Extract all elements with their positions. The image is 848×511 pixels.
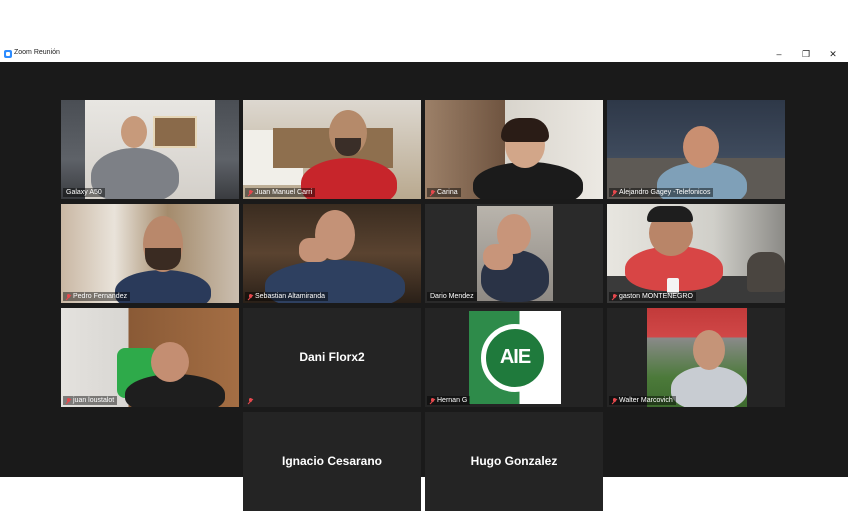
participant-name-label: gaston MONTENEGRO bbox=[609, 292, 696, 301]
participant-tile-juan-loustalot[interactable]: juan loustalot bbox=[61, 308, 239, 407]
participant-tile-galaxy-a50[interactable]: Galaxy A50 bbox=[61, 100, 239, 199]
participant-video bbox=[61, 100, 239, 199]
close-button[interactable]: ✕ bbox=[822, 46, 844, 62]
participant-tile-carina[interactable]: Carina bbox=[425, 100, 603, 199]
participant-tile-sebastian-altamiranda[interactable]: Sebastian Altamiranda bbox=[243, 204, 421, 303]
microphone-muted-icon bbox=[430, 189, 435, 196]
maximize-button[interactable]: ❐ bbox=[795, 46, 817, 62]
participant-video bbox=[607, 100, 785, 199]
participant-video bbox=[607, 204, 785, 303]
participant-name-label: Sebastian Altamiranda bbox=[245, 292, 329, 301]
participant-tile-hugo-gonzalez[interactable]: Hugo Gonzalez bbox=[425, 412, 603, 511]
participant-name-label: Juan Manuel Carri bbox=[245, 188, 316, 197]
participant-name-label: Carina bbox=[427, 188, 461, 197]
microphone-muted-icon bbox=[612, 397, 617, 404]
participant-video bbox=[61, 308, 239, 407]
participant-name-label: Hernan G bbox=[427, 396, 471, 405]
participant-tile-pedro-fernandez[interactable]: Pedro Fernandez bbox=[61, 204, 239, 303]
zoom-app-icon bbox=[4, 50, 12, 58]
participant-video bbox=[425, 204, 603, 303]
minimize-button[interactable]: – bbox=[768, 46, 790, 62]
gallery-view: Galaxy A50 Juan Manuel Carri Carina Alej… bbox=[0, 62, 848, 511]
participant-video bbox=[243, 204, 421, 303]
participant-tile-alejandro-gagey[interactable]: Alejandro Gagey -Telefonicos bbox=[607, 100, 785, 199]
participant-name-label: Galaxy A50 bbox=[63, 188, 105, 197]
participant-video: AIE bbox=[425, 308, 603, 407]
participant-name-label: Alejandro Gagey -Telefonicos bbox=[609, 188, 714, 197]
participant-tile-dario-mendez[interactable]: Dario Mendez bbox=[425, 204, 603, 303]
microphone-muted-icon bbox=[248, 189, 253, 196]
participant-tile-walter-marcovich[interactable]: Walter Marcovich bbox=[607, 308, 785, 407]
microphone-muted-icon bbox=[66, 397, 71, 404]
participant-name-label: Walter Marcovich bbox=[609, 396, 676, 405]
participant-name-label: juan loustalot bbox=[63, 396, 118, 405]
participant-tile-juan-manuel-carri[interactable]: Juan Manuel Carri bbox=[243, 100, 421, 199]
participant-video bbox=[607, 308, 785, 407]
logo-emblem: AIE bbox=[481, 323, 549, 392]
blank-area-above-window bbox=[0, 0, 848, 46]
participant-display-name: Dani Florx2 bbox=[299, 350, 365, 364]
participant-tile-hernan-g[interactable]: AIE Hernan G bbox=[425, 308, 603, 407]
participant-tile-gaston-montenegro[interactable]: gaston MONTENEGRO bbox=[607, 204, 785, 303]
window-title: Zoom Reunión bbox=[14, 49, 60, 56]
participant-video bbox=[61, 204, 239, 303]
participant-video bbox=[425, 100, 603, 199]
participant-display-name: Ignacio Cesarano bbox=[281, 454, 383, 468]
microphone-muted-icon bbox=[612, 293, 617, 300]
microphone-muted-icon bbox=[248, 293, 253, 300]
participant-name-label bbox=[245, 396, 256, 405]
participant-display-name: Hugo Gonzalez bbox=[470, 454, 558, 468]
participant-tile-dani-florx2[interactable]: Dani Florx2 bbox=[243, 308, 421, 407]
microphone-muted-icon bbox=[66, 293, 71, 300]
microphone-muted-icon bbox=[430, 397, 435, 404]
participant-video bbox=[243, 100, 421, 199]
union-logo-image: AIE bbox=[469, 311, 561, 404]
participant-name-label: Dario Mendez bbox=[427, 292, 477, 301]
microphone-muted-icon bbox=[248, 397, 253, 404]
participant-name-label: Pedro Fernandez bbox=[63, 292, 131, 301]
participant-tile-ignacio-cesarano[interactable]: Ignacio Cesarano bbox=[243, 412, 421, 511]
window-titlebar[interactable]: Zoom Reunión – ❐ ✕ bbox=[0, 46, 848, 62]
microphone-muted-icon bbox=[612, 189, 617, 196]
